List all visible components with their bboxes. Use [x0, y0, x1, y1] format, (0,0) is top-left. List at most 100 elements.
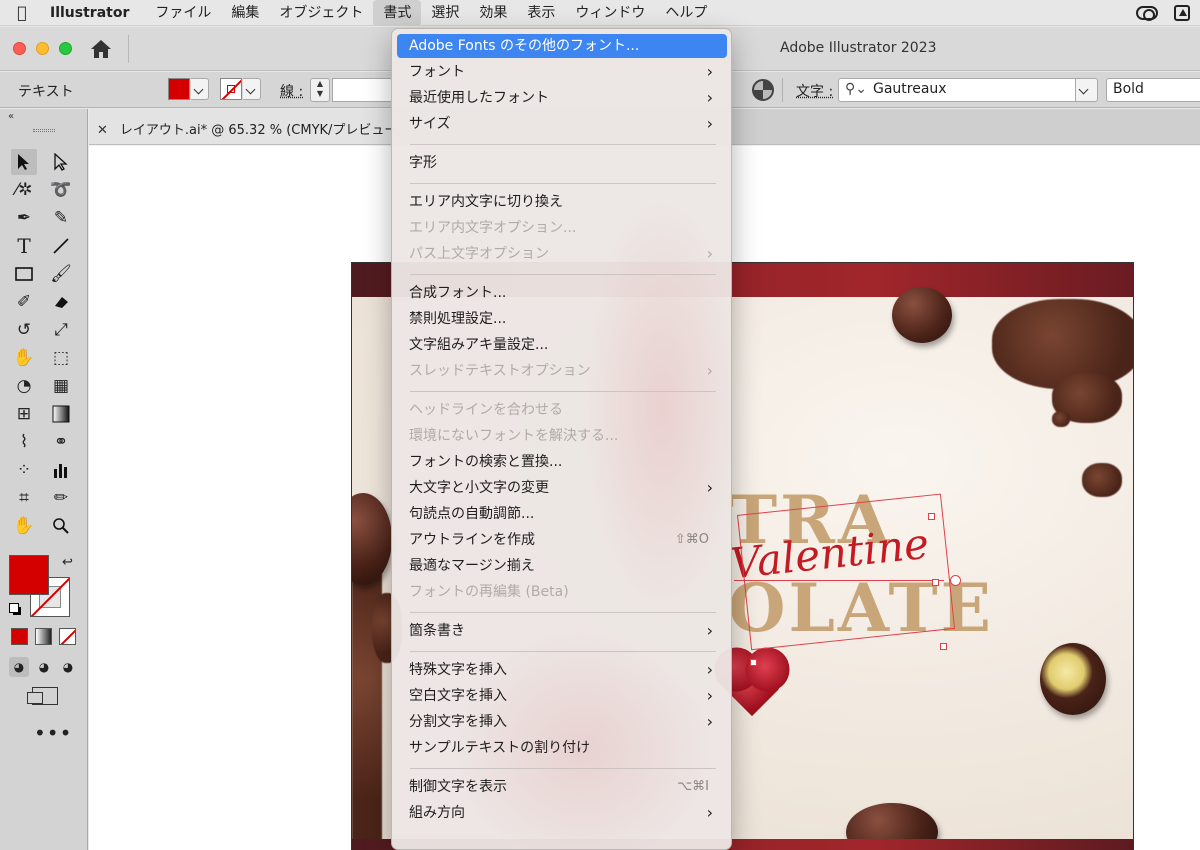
swap-fill-stroke-icon[interactable]: ↩	[62, 555, 73, 570]
bounding-handle[interactable]	[932, 579, 939, 586]
menu-item[interactable]: アウトラインを作成 ⇧⌘O	[397, 528, 727, 552]
rotate-icon[interactable]: ↺	[11, 317, 37, 343]
draw-normal-icon[interactable]: ◕	[9, 657, 29, 677]
recolor-artwork-icon[interactable]	[752, 79, 774, 101]
draw-behind-icon[interactable]: ◕	[34, 657, 54, 677]
menu-item[interactable]: 句読点の自動調節...	[397, 502, 727, 526]
menu-item[interactable]: 組み方向 ›	[397, 801, 727, 825]
more-tools-icon[interactable]: •••	[34, 721, 72, 745]
menu-help[interactable]: ヘルプ	[655, 0, 717, 26]
direct-selection-tool-icon[interactable]	[48, 149, 74, 175]
scale-icon[interactable]: ⤢	[48, 317, 74, 343]
bounding-handle[interactable]	[928, 513, 935, 520]
rectangle-tool-icon[interactable]	[11, 261, 37, 287]
menu-select[interactable]: 選択	[421, 0, 469, 26]
blend-icon[interactable]: ⚭	[48, 429, 74, 455]
creative-cloud-icon[interactable]	[1136, 6, 1158, 21]
stroke-weight-input[interactable]	[332, 78, 392, 102]
collapse-panel-icon[interactable]: «	[8, 111, 14, 122]
menu-item[interactable]: 分割文字を挿入 ›	[397, 710, 727, 734]
type-tool-icon[interactable]: T	[11, 233, 37, 259]
lasso-icon[interactable]: ➰	[48, 177, 74, 203]
menu-item[interactable]: 字形	[397, 151, 727, 175]
minimize-window-button[interactable]	[36, 42, 49, 55]
default-colors-icon[interactable]	[9, 603, 19, 613]
font-family-field[interactable]: ⚲⌄ Gautreaux	[838, 78, 1076, 102]
fill-dropdown-icon[interactable]	[191, 78, 209, 100]
paintbrush-icon[interactable]: 🖌	[48, 261, 74, 287]
stroke-weight-stepper[interactable]: ▲ ▼	[310, 78, 330, 102]
column-graph-icon[interactable]	[48, 457, 74, 483]
hand-icon[interactable]: ✋	[11, 513, 37, 539]
zoom-icon[interactable]	[48, 513, 74, 539]
home-icon[interactable]	[90, 39, 112, 59]
gradient-mode-button[interactable]	[35, 628, 52, 645]
menu-item[interactable]: 空白文字を挿入 ›	[397, 684, 727, 708]
close-tab-icon[interactable]: ✕	[97, 123, 108, 138]
curvature-icon[interactable]: ✎	[48, 205, 74, 231]
puppet-warp-icon[interactable]: ✋	[11, 345, 37, 371]
gradient-icon[interactable]	[48, 401, 74, 427]
menu-item[interactable]: サンプルテキストの割り付け	[397, 736, 727, 760]
menu-item[interactable]: 制御文字を表示 ⌥⌘I	[397, 775, 727, 799]
free-transform-icon[interactable]: ⬚	[48, 345, 74, 371]
menu-item[interactable]: 文字組みアキ量設定...	[397, 333, 727, 357]
magic-wand-icon[interactable]: ⁄✲	[11, 177, 37, 203]
menu-item[interactable]: Adobe Fonts のその他のフォント...	[397, 34, 727, 58]
app-menu[interactable]: Illustrator	[44, 0, 145, 26]
eraser-icon[interactable]	[48, 289, 74, 315]
menu-edit[interactable]: 編集	[221, 0, 269, 26]
bounding-handle[interactable]	[750, 659, 757, 666]
menu-view[interactable]: 表示	[517, 0, 565, 26]
symbol-sprayer-icon[interactable]: ⁘	[11, 457, 37, 483]
stroke-weight-label[interactable]: 線 :	[280, 81, 303, 101]
menu-window[interactable]: ウィンドウ	[565, 0, 655, 26]
fill-color-box[interactable]	[9, 555, 49, 595]
menu-item[interactable]: 特殊文字を挿入 ›	[397, 658, 727, 682]
menu-item[interactable]: 合成フォント...	[397, 281, 727, 305]
menu-item[interactable]: 最適なマージン揃え	[397, 554, 727, 578]
none-mode-button[interactable]	[59, 628, 76, 645]
menu-item[interactable]: フォントの検索と置換...	[397, 450, 727, 474]
font-style-field[interactable]: Bold	[1106, 78, 1200, 102]
selection-bounding-box[interactable]	[737, 493, 956, 651]
menu-effect[interactable]: 効果	[469, 0, 517, 26]
menu-type[interactable]: 書式	[373, 0, 422, 26]
color-mode-button[interactable]	[11, 628, 28, 645]
bounding-handle[interactable]	[940, 643, 947, 650]
slice-icon[interactable]: ✏	[48, 485, 74, 511]
menu-file[interactable]: ファイル	[145, 0, 221, 26]
mesh-icon[interactable]: ⊞	[11, 401, 37, 427]
menu-item[interactable]: エリア内文字に切り換え	[397, 190, 727, 214]
selection-tool-icon[interactable]	[11, 149, 37, 175]
eyedropper-icon[interactable]: ⌇	[11, 429, 37, 455]
pen-icon[interactable]: ✒	[11, 205, 37, 231]
screen-mode-icon[interactable]	[27, 687, 58, 705]
panel-grip[interactable]	[33, 129, 55, 132]
google-drive-icon[interactable]	[1174, 5, 1190, 21]
shape-builder-icon[interactable]: ◔	[11, 373, 37, 399]
rotate-handle[interactable]	[950, 575, 961, 586]
zoom-window-button[interactable]	[59, 42, 72, 55]
close-window-button[interactable]	[13, 42, 26, 55]
stroke-swatch[interactable]	[220, 78, 242, 100]
document-tab[interactable]: ✕ レイアウト.ai* @ 65.32 % (CMYK/プレビュー	[89, 109, 394, 145]
menu-item-label: 環境にないフォントを解決する...	[409, 428, 619, 444]
menu-item[interactable]: 箇条書き ›	[397, 619, 727, 643]
menu-item[interactable]: フォント ›	[397, 60, 727, 84]
menu-item[interactable]: 最近使用したフォント ›	[397, 86, 727, 110]
stroke-dropdown-icon[interactable]	[243, 78, 261, 100]
line-tool-icon[interactable]	[48, 233, 74, 259]
perspective-grid-icon[interactable]: ▦	[48, 373, 74, 399]
apple-menu-icon[interactable]: 	[0, 3, 44, 22]
artboard-icon[interactable]: ⌗	[11, 485, 37, 511]
draw-inside-icon[interactable]: ◕	[58, 657, 78, 677]
menu-object[interactable]: オブジェクト	[269, 0, 373, 26]
menu-item[interactable]: 大文字と小文字の変更 ›	[397, 476, 727, 500]
menu-item[interactable]: サイズ ›	[397, 112, 727, 136]
shaper-icon[interactable]: ✐	[11, 289, 37, 315]
menu-item[interactable]: 禁則処理設定...	[397, 307, 727, 331]
font-family-dropdown-icon[interactable]	[1076, 78, 1098, 102]
character-label[interactable]: 文字 :	[796, 81, 833, 101]
fill-swatch[interactable]	[168, 78, 190, 100]
